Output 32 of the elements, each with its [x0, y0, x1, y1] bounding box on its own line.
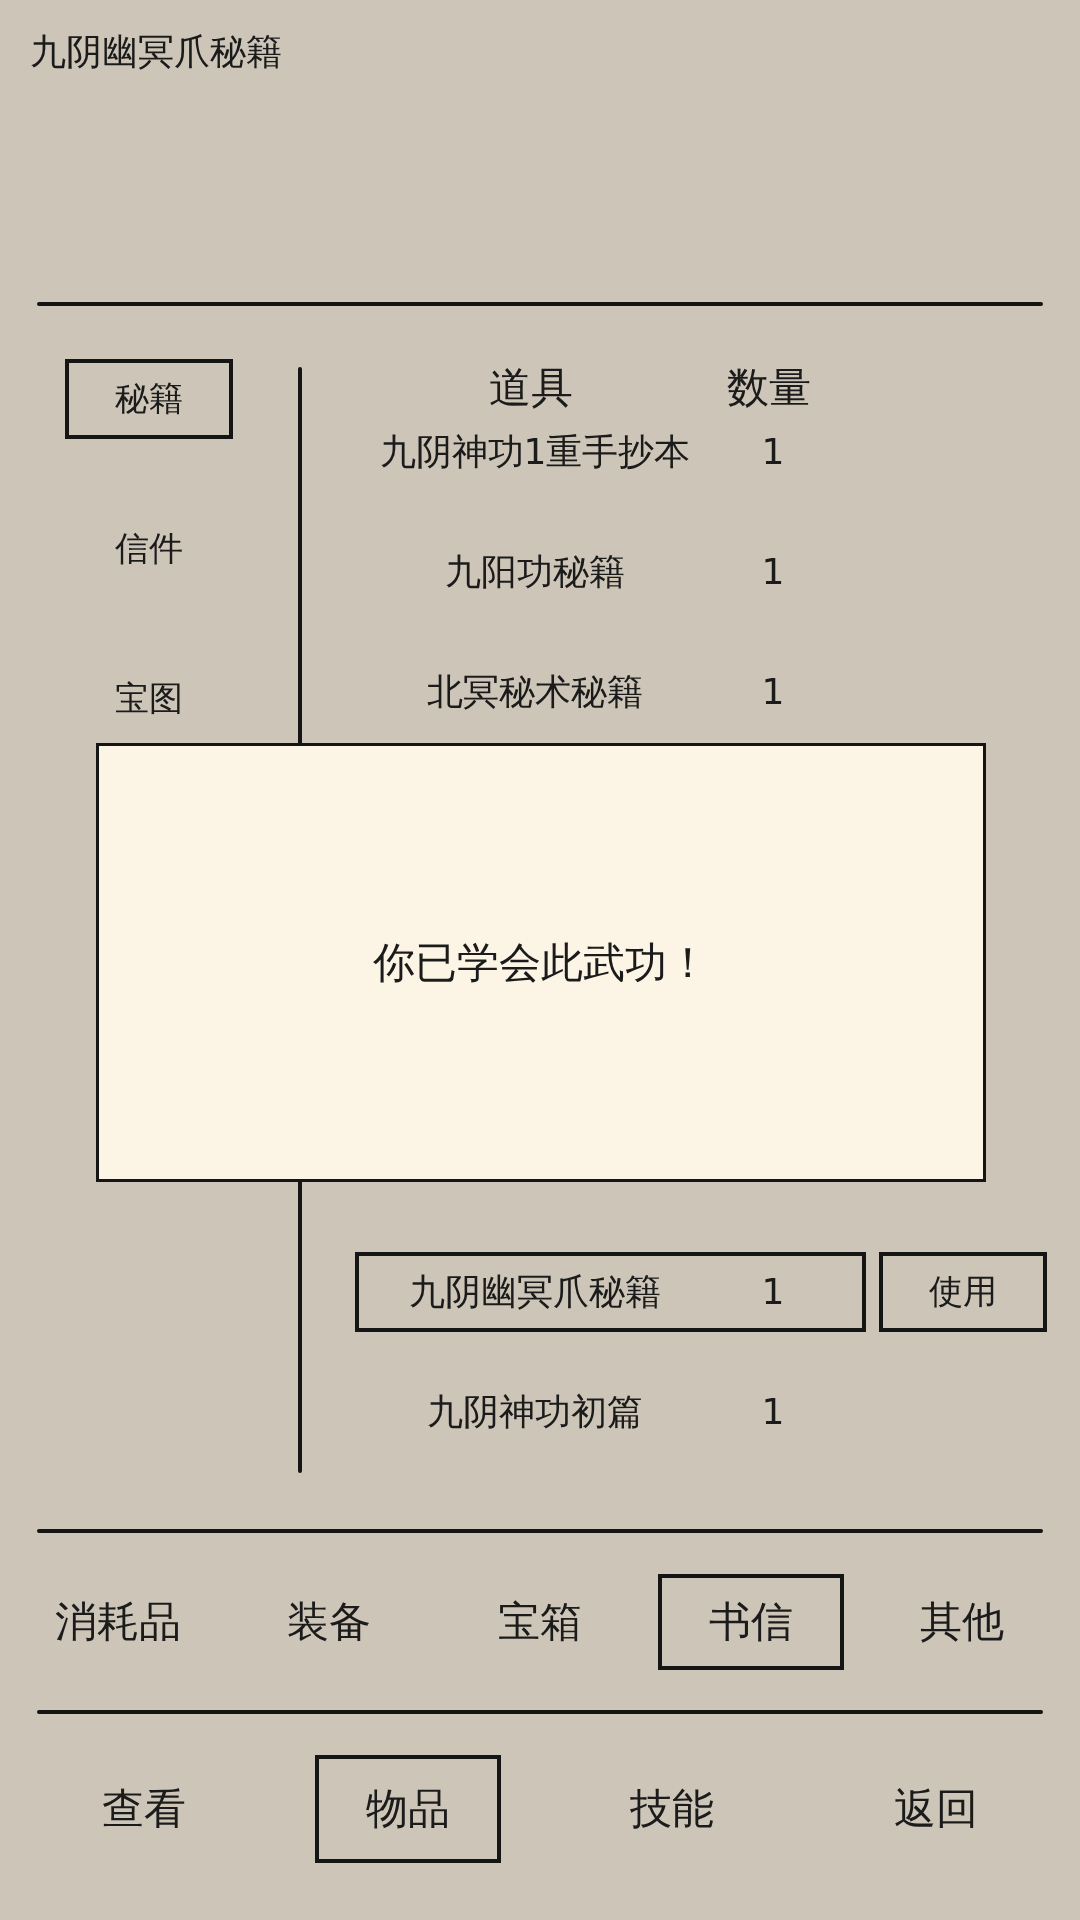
- item-row[interactable]: 九阴神功初篇 1: [355, 1372, 866, 1452]
- item-quantity-cell: 1: [761, 1390, 785, 1434]
- item-name-cell: 九阴神功1重手抄本: [379, 430, 691, 474]
- subcategory-tab[interactable]: 宝图: [65, 659, 233, 739]
- item-row[interactable]: 九阳功秘籍 1: [355, 532, 866, 612]
- menu-tab[interactable]: 物品: [315, 1755, 501, 1863]
- item-title: 九阴幽冥爪秘籍: [30, 30, 282, 73]
- item-name-cell: 九阴神功初篇: [427, 1390, 643, 1434]
- item-type-tab[interactable]: 装备: [235, 1573, 422, 1670]
- item-type-tab[interactable]: 宝箱: [447, 1573, 633, 1670]
- column-header: 数量: [727, 364, 811, 412]
- item-quantity-cell: 1: [761, 550, 785, 594]
- item-row[interactable]: 九阴神功1重手抄本 1: [355, 412, 866, 492]
- item-name-cell: 九阳功秘籍: [445, 550, 625, 594]
- column-header: 道具: [489, 364, 573, 412]
- menu-tab[interactable]: 技能: [579, 1755, 765, 1863]
- item-type-tab[interactable]: 书信: [658, 1573, 845, 1670]
- item-type-tab[interactable]: 消耗品: [24, 1573, 211, 1670]
- use-button[interactable]: 使用: [879, 1252, 1047, 1332]
- subcategory-tab[interactable]: 信件: [65, 509, 233, 589]
- item-quantity-cell: 1: [761, 1270, 785, 1314]
- item-quantity-cell: 1: [761, 670, 785, 714]
- item-name-cell: 北冥秘术秘籍: [427, 670, 643, 714]
- item-name-cell: 九阴幽冥爪秘籍: [409, 1270, 661, 1314]
- dialog-message: 你已学会此武功！: [373, 937, 709, 988]
- item-type-tab[interactable]: 其他: [869, 1573, 1056, 1670]
- item-quantity-cell: 1: [761, 430, 785, 474]
- item-row[interactable]: 九阴幽冥爪秘籍 1: [355, 1252, 866, 1332]
- subcategory-tab[interactable]: 秘籍: [65, 359, 233, 439]
- item-row[interactable]: 北冥秘术秘籍 1: [355, 652, 866, 732]
- menu-tab[interactable]: 返回: [843, 1755, 1029, 1863]
- menu-tab[interactable]: 查看: [51, 1755, 237, 1863]
